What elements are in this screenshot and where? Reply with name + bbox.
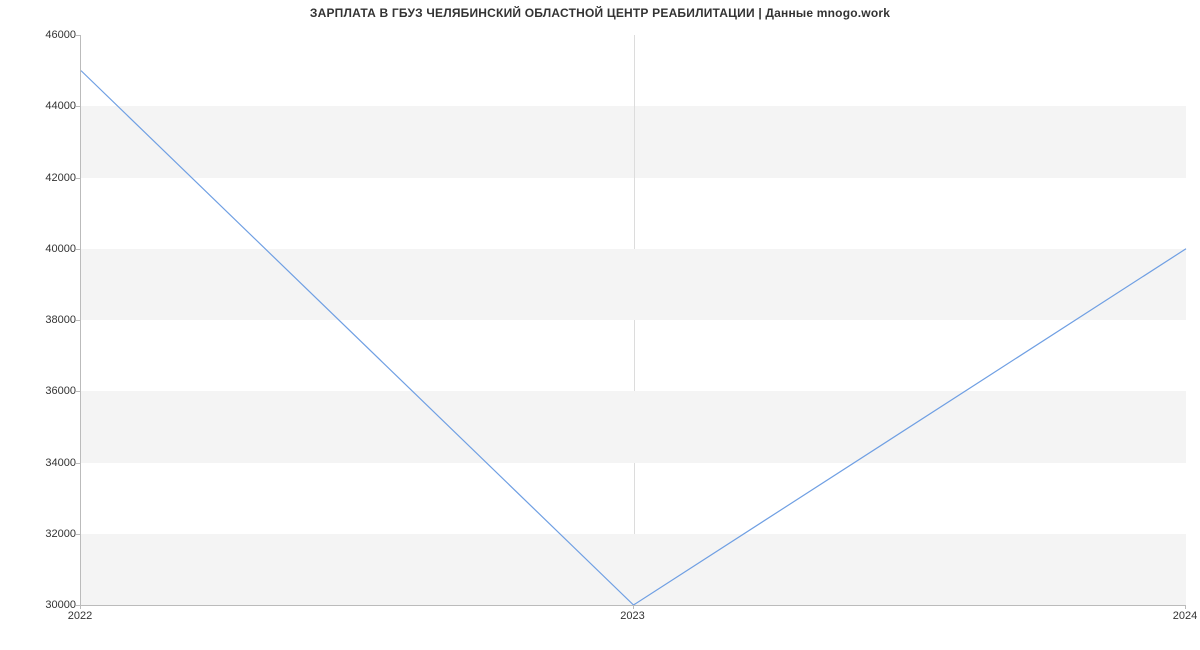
chart-title: ЗАРПЛАТА В ГБУЗ ЧЕЛЯБИНСКИЙ ОБЛАСТНОЙ ЦЕ… [0, 6, 1200, 20]
y-tick-mark [76, 249, 80, 250]
y-tick-mark [76, 320, 80, 321]
y-tick-label: 32000 [44, 528, 76, 540]
y-tick-mark [76, 35, 80, 36]
line-series [81, 35, 1186, 605]
plot-area [80, 35, 1186, 606]
data-line [81, 71, 1186, 605]
y-tick-label: 46000 [44, 29, 76, 41]
y-tick-label: 42000 [44, 172, 76, 184]
x-tick-mark [80, 605, 81, 609]
y-tick-label: 38000 [44, 314, 76, 326]
y-tick-mark [76, 534, 80, 535]
chart-container: ЗАРПЛАТА В ГБУЗ ЧЕЛЯБИНСКИЙ ОБЛАСТНОЙ ЦЕ… [0, 0, 1200, 650]
y-tick-mark [76, 178, 80, 179]
x-tick-mark [633, 605, 634, 609]
y-tick-mark [76, 391, 80, 392]
x-tick-label: 2023 [620, 610, 644, 622]
y-tick-label: 36000 [44, 385, 76, 397]
y-tick-label: 34000 [44, 457, 76, 469]
y-tick-label: 44000 [44, 100, 76, 112]
x-tick-label: 2022 [68, 610, 92, 622]
y-tick-label: 40000 [44, 243, 76, 255]
y-tick-mark [76, 463, 80, 464]
y-tick-mark [76, 106, 80, 107]
x-tick-mark [1185, 605, 1186, 609]
x-tick-label: 2024 [1173, 610, 1197, 622]
